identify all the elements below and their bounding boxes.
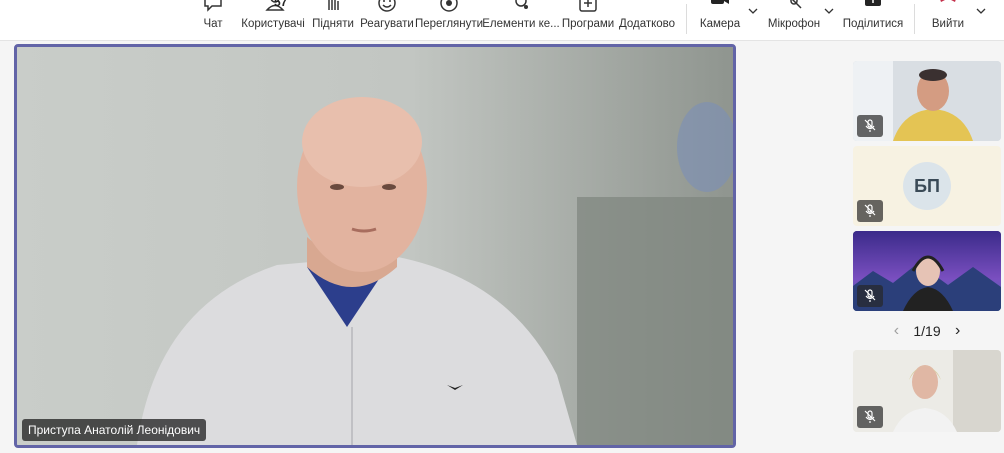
rooms-button[interactable]: Елементи ке... xyxy=(482,0,560,38)
react-label: Реагувати xyxy=(360,18,414,30)
apps-label: Програми xyxy=(561,18,615,30)
raise-hand-label: Підняти xyxy=(312,18,354,30)
more-button[interactable]: Додатково xyxy=(618,0,676,38)
mic-off-icon xyxy=(864,119,876,132)
speaker-video-image xyxy=(17,47,733,445)
view-icon xyxy=(440,0,458,12)
camera-icon xyxy=(711,0,729,4)
microphone-button[interactable]: Мікрофон xyxy=(766,0,822,38)
people-count: 57 xyxy=(274,0,288,9)
apps-icon xyxy=(579,0,597,12)
mic-off-icon xyxy=(864,289,876,302)
camera-label: Камера xyxy=(699,18,741,30)
rooms-label: Елементи ке... xyxy=(482,18,560,30)
participant-name-tag: Приступа Анатолій Леонідович xyxy=(22,419,207,441)
mic-off-icon xyxy=(864,204,876,217)
rooms-icon xyxy=(515,0,528,9)
participant-avatar-initials: БП xyxy=(903,162,951,210)
chat-icon xyxy=(204,0,222,12)
pager-next-chevron-icon[interactable]: › xyxy=(947,322,969,340)
share-button[interactable]: Поділитися xyxy=(842,0,904,38)
view-label: Переглянути xyxy=(414,18,484,30)
mic-off-icon xyxy=(790,0,802,9)
tile-mic-off-indicator xyxy=(857,285,883,307)
leave-options-chevron-icon[interactable] xyxy=(976,6,986,16)
people-label: Користувачі xyxy=(241,18,305,30)
pager-count: 1/19 xyxy=(913,323,941,339)
chat-label: Чат xyxy=(203,18,223,30)
hang-up-icon xyxy=(940,0,956,2)
pager-prev-chevron-icon[interactable]: ‹ xyxy=(885,322,907,340)
raise-hand-button[interactable]: Підняти xyxy=(312,0,354,38)
camera-options-chevron-icon[interactable] xyxy=(748,6,758,16)
tile-mic-off-indicator xyxy=(857,115,883,137)
participant-tile-initials[interactable]: БП xyxy=(853,146,1001,226)
raise-hand-icon xyxy=(328,0,339,10)
microphone-label: Мікрофон xyxy=(767,18,821,30)
toolbar-divider xyxy=(686,4,687,34)
tile-mic-off-indicator xyxy=(857,200,883,222)
chat-button[interactable]: Чат xyxy=(198,0,228,38)
share-icon xyxy=(865,0,881,6)
rail-pager: ‹ 1/19 › xyxy=(853,320,1001,342)
leave-button[interactable]: Вийти xyxy=(930,0,966,38)
leave-label: Вийти xyxy=(931,18,965,30)
react-button[interactable]: Реагувати xyxy=(360,0,414,38)
participant-tile[interactable] xyxy=(853,61,1001,141)
main-video-feed[interactable]: Приступа Анатолій Леонідович xyxy=(14,44,736,448)
smiley-icon xyxy=(378,0,396,12)
view-button[interactable]: Переглянути xyxy=(414,0,484,38)
people-button[interactable]: 57 Користувачі xyxy=(241,0,305,38)
share-label: Поділитися xyxy=(842,18,904,30)
participant-tile[interactable] xyxy=(853,350,1001,432)
more-label: Додатково xyxy=(618,18,676,30)
toolbar-divider-2 xyxy=(914,4,915,34)
tile-mic-off-indicator xyxy=(857,406,883,428)
mic-off-icon xyxy=(864,410,876,423)
camera-button[interactable]: Камера xyxy=(700,0,740,38)
more-icon xyxy=(636,0,658,14)
participant-tile[interactable] xyxy=(853,231,1001,311)
meeting-toolbar: Чат 57 Користувачі Підняти Реагувати Пер… xyxy=(0,0,1004,41)
apps-button[interactable]: Програми xyxy=(561,0,615,38)
mic-options-chevron-icon[interactable] xyxy=(824,6,834,16)
